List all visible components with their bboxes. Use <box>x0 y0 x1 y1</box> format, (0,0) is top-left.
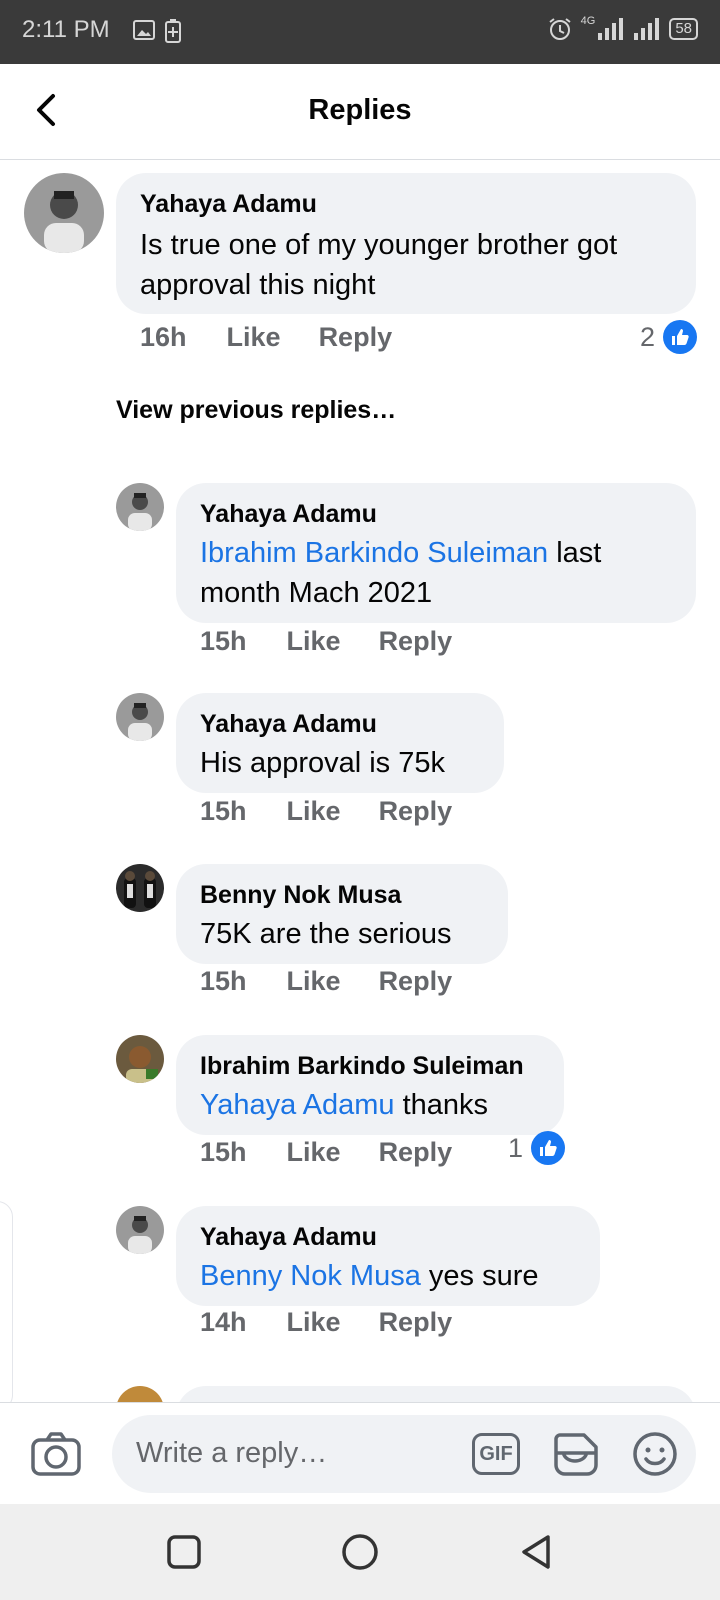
reply-actions: 15h Like Reply <box>200 796 452 827</box>
network-type-label: 4G <box>580 15 596 27</box>
nav-square-icon[interactable] <box>164 1532 204 1572</box>
reply-author[interactable]: Yahaya Adamu <box>200 500 377 529</box>
view-previous-replies[interactable]: View previous replies… <box>116 396 396 425</box>
image-icon <box>133 20 155 40</box>
signal-icon <box>598 18 624 40</box>
status-right-icons: 4G 58 <box>547 15 698 42</box>
reply-actions: 15h Like Reply <box>200 966 452 997</box>
reply-text: 75K are the serious <box>200 918 452 950</box>
reply-text: Ibrahim Barkindo Suleiman last month Mach… <box>200 533 680 613</box>
reply-text-part: month Mach 2021 <box>200 577 433 609</box>
reply-actions: 15h Like Reply <box>200 626 452 657</box>
reply-author[interactable]: Benny Nok Musa <box>200 881 401 910</box>
reply-text-part: last <box>548 537 602 569</box>
avatar[interactable] <box>116 1206 164 1254</box>
reply-button[interactable]: Reply <box>379 966 453 997</box>
mention-link[interactable]: Yahaya Adamu <box>200 1089 395 1121</box>
nav-back-icon[interactable] <box>516 1532 556 1572</box>
page-title: Replies <box>308 94 412 126</box>
mention-link[interactable]: Ibrahim Barkindo Suleiman <box>200 537 548 569</box>
avatar[interactable] <box>116 864 164 912</box>
replies-sheet: Replies Yahaya Adamu Is true one of my y… <box>0 64 720 1402</box>
reply-text-part: yes sure <box>420 1260 539 1292</box>
header: Replies <box>0 64 720 160</box>
reply-button[interactable]: Reply <box>379 796 453 827</box>
gif-label: GIF <box>479 1442 513 1465</box>
reply-bubble: Benny Nok Musa 75K are the serious <box>176 864 508 964</box>
reply-input-placeholder: Write a reply… <box>136 1437 328 1469</box>
reply-text: His approval is 75k <box>200 747 445 779</box>
sticker-icon[interactable] <box>552 1431 600 1477</box>
reply-bubble: Yahaya Adamu Ibrahim Barkindo Suleiman l… <box>176 483 696 623</box>
status-bar: 2:11 PM 4G 58 <box>0 0 720 64</box>
battery-level: 58 <box>675 20 692 37</box>
avatar[interactable] <box>116 1386 164 1402</box>
thumbs-up-icon <box>531 1131 566 1165</box>
reaction-count-value: 1 <box>508 1132 524 1163</box>
comment-time[interactable]: 16h <box>140 322 187 353</box>
battery-icon: 58 <box>669 18 698 40</box>
reply-author[interactable]: Yahaya Adamu <box>200 1223 377 1252</box>
reaction-count[interactable]: 1 <box>508 1131 566 1165</box>
reply-bubble <box>176 1386 696 1402</box>
reply-time[interactable]: 14h <box>200 1307 247 1338</box>
reply-actions: 14h Like Reply <box>200 1307 452 1338</box>
side-panel-handle[interactable] <box>0 1201 13 1402</box>
battery-saver-icon <box>165 19 181 43</box>
like-button[interactable]: Like <box>287 626 341 657</box>
signal-2-icon <box>634 18 660 40</box>
reply-time[interactable]: 15h <box>200 626 247 657</box>
alarm-icon <box>549 18 571 40</box>
reply-text-part: thanks <box>394 1089 489 1121</box>
reply-button[interactable]: Reply <box>319 322 393 353</box>
like-button[interactable]: Like <box>287 1307 341 1338</box>
reaction-count-value: 2 <box>640 321 656 352</box>
thumbs-up-icon <box>663 320 698 354</box>
reply-bubble: Ibrahim Barkindo Suleiman Yahaya Adamu t… <box>176 1035 564 1135</box>
reply-time[interactable]: 15h <box>200 796 247 827</box>
reply-text: Yahaya Adamu thanks <box>200 1085 488 1125</box>
reaction-count[interactable]: 2 <box>640 320 698 354</box>
gif-icon[interactable]: GIF <box>472 1433 520 1475</box>
reply-author[interactable]: Yahaya Adamu <box>200 710 377 739</box>
avatar[interactable] <box>116 693 164 741</box>
status-left-icons <box>132 18 182 44</box>
reply-actions: 15h Like Reply <box>200 1137 452 1168</box>
reply-bubble: Yahaya Adamu His approval is 75k <box>176 693 504 793</box>
reply-button[interactable]: Reply <box>379 1307 453 1338</box>
nav-circle-icon[interactable] <box>340 1532 380 1572</box>
like-button[interactable]: Like <box>287 1137 341 1168</box>
like-button[interactable]: Like <box>287 966 341 997</box>
mention-link[interactable]: Benny Nok Musa <box>200 1260 421 1292</box>
reply-input[interactable]: Write a reply… GIF <box>112 1415 696 1493</box>
like-button[interactable]: Like <box>287 796 341 827</box>
reply-button[interactable]: Reply <box>379 626 453 657</box>
avatar[interactable] <box>116 1035 164 1083</box>
avatar[interactable] <box>116 483 164 531</box>
comment-text: Is true one of my younger brother got ap… <box>140 229 618 301</box>
comment-actions: 16h Like Reply <box>140 322 392 353</box>
system-nav-bar <box>0 1504 720 1600</box>
comment-author[interactable]: Yahaya Adamu <box>140 190 317 219</box>
reply-author[interactable]: Ibrahim Barkindo Suleiman <box>200 1052 524 1081</box>
reply-text: Benny Nok Musa yes sure <box>200 1256 539 1296</box>
status-time: 2:11 PM <box>22 16 110 43</box>
comment-bubble: Yahaya Adamu Is true one of my younger b… <box>116 173 696 314</box>
like-button[interactable]: Like <box>227 322 281 353</box>
reply-time[interactable]: 15h <box>200 966 247 997</box>
reply-button[interactable]: Reply <box>379 1137 453 1168</box>
emoji-icon[interactable] <box>632 1431 678 1477</box>
reply-time[interactable]: 15h <box>200 1137 247 1168</box>
reply-bubble: Yahaya Adamu Benny Nok Musa yes sure <box>176 1206 600 1306</box>
camera-icon[interactable] <box>30 1427 82 1479</box>
avatar[interactable] <box>24 173 104 253</box>
reply-composer: Write a reply… GIF <box>0 1402 720 1504</box>
